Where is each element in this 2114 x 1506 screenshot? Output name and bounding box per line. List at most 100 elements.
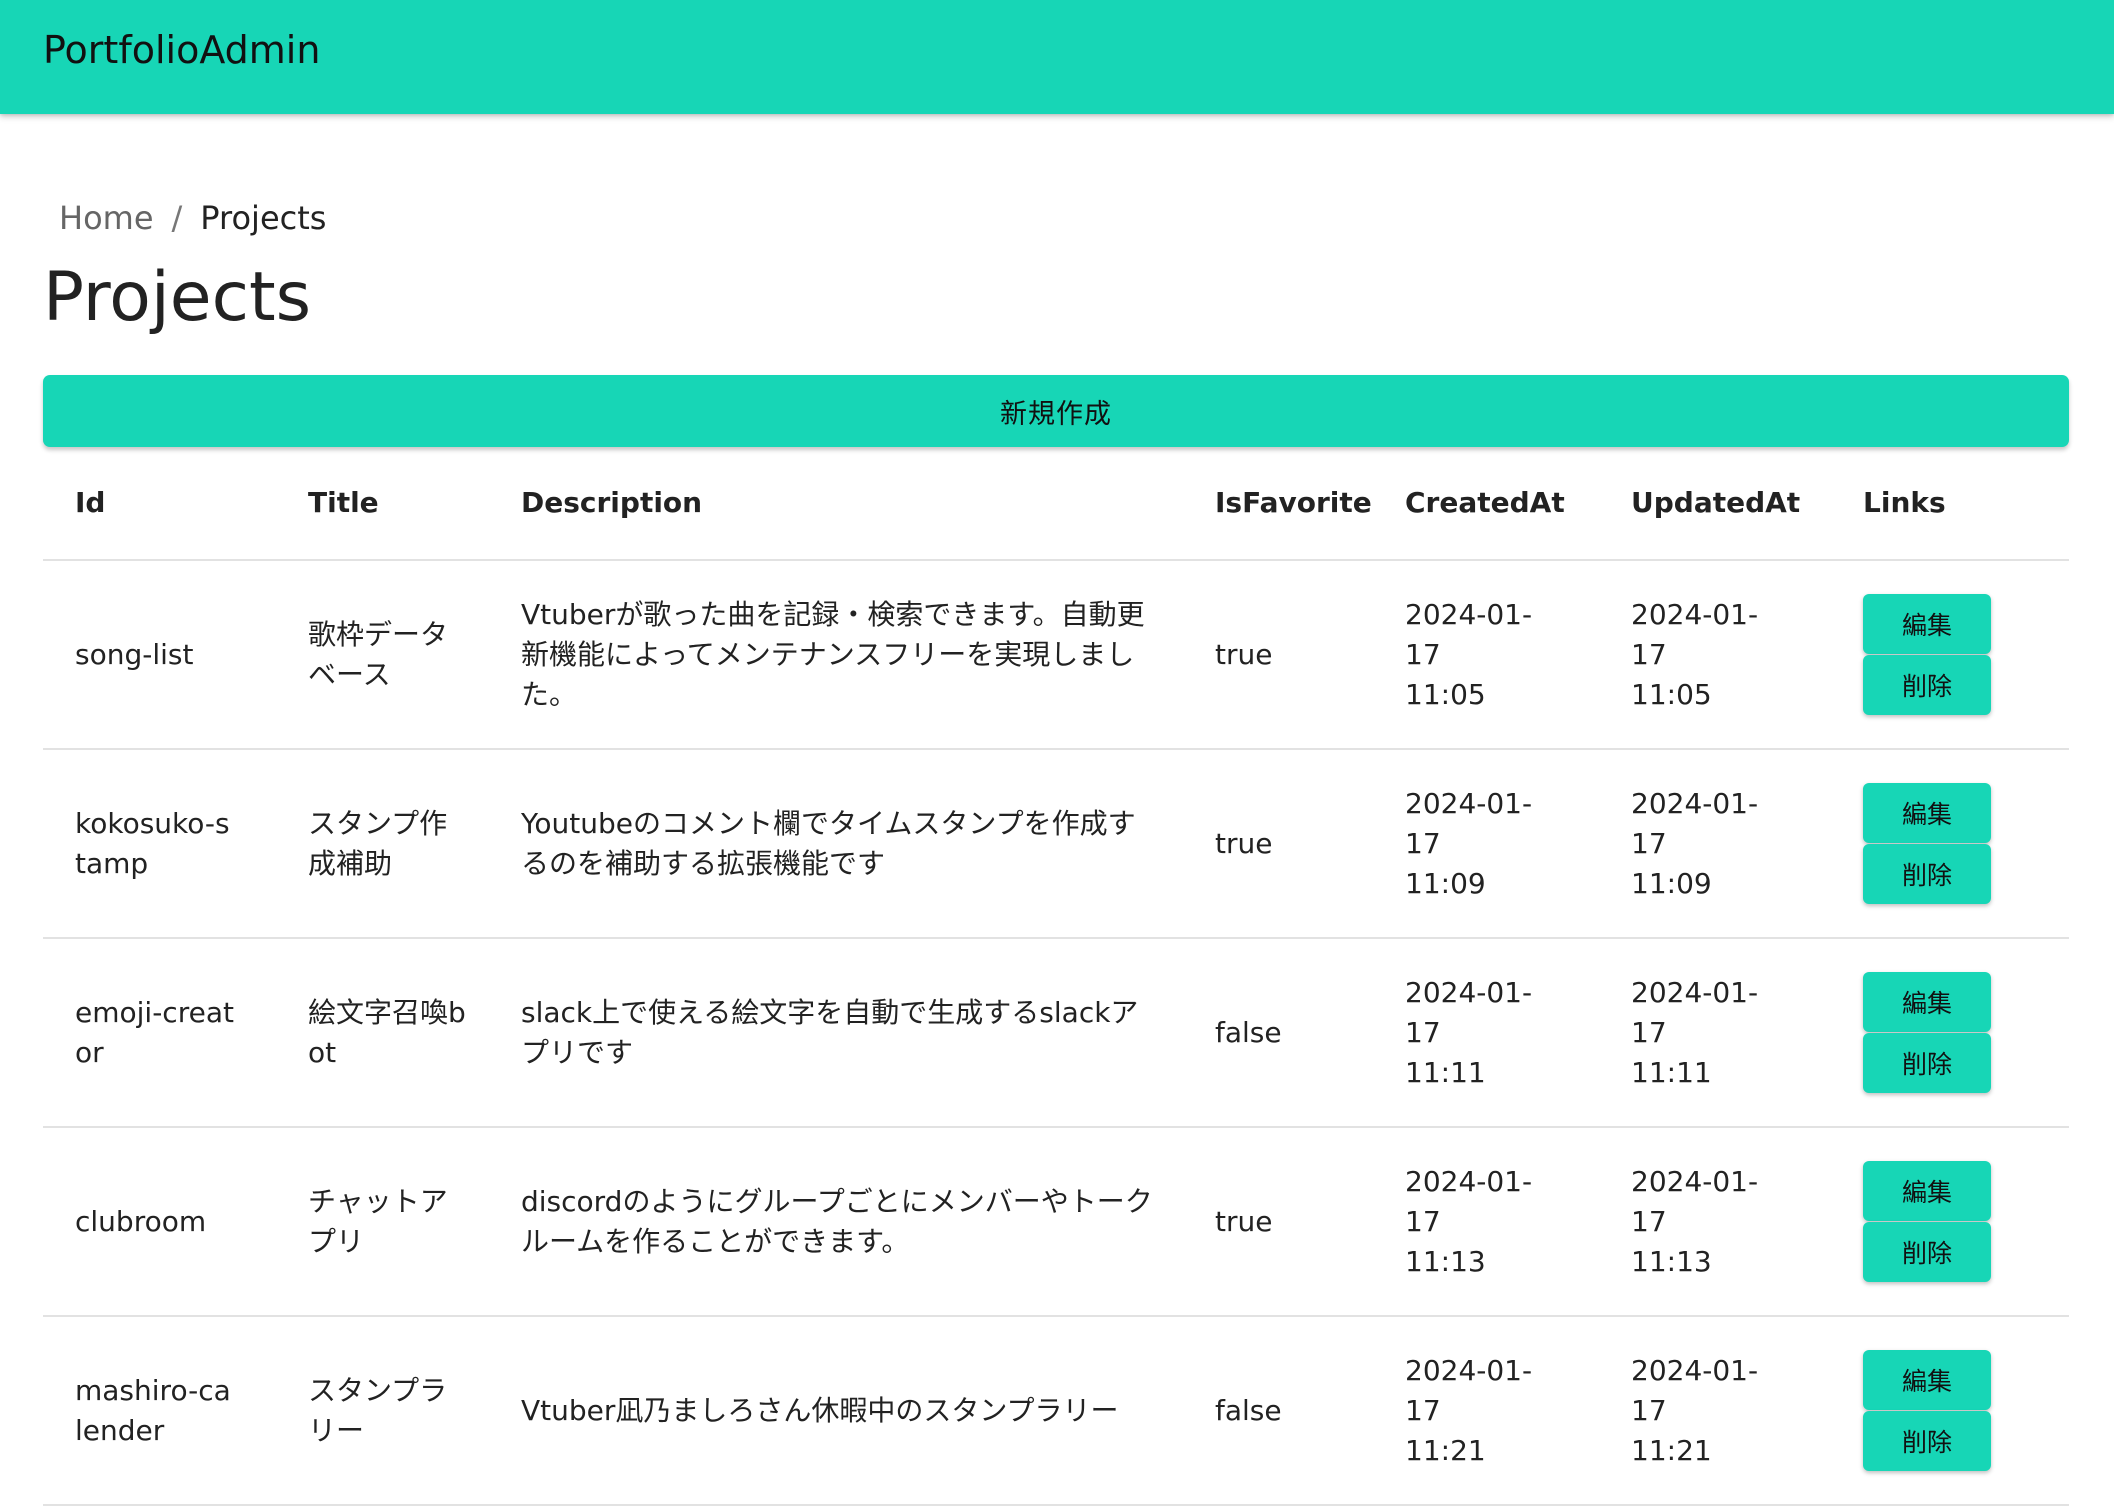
table-row: clubroom チャットアプリ discordのようにグループごとにメンバーや… [43, 1128, 2069, 1317]
cell-links: 編集 削除 [1863, 1128, 2003, 1315]
table-row: song-list 歌枠データベース Vtuberが歌った曲を記録・検索できます… [43, 561, 2069, 750]
header-title: Title [308, 486, 379, 519]
delete-button[interactable]: 削除 [1863, 1222, 1991, 1282]
created-time: 11:05 [1405, 677, 1486, 711]
project-title: チャットアプリ [308, 1184, 448, 1258]
edit-button[interactable]: 編集 [1863, 783, 1991, 843]
cell-id: song-list [75, 561, 275, 748]
cell-is-favorite: false [1215, 1317, 1365, 1504]
cell-id: kokosuko-stamp [75, 750, 275, 937]
edit-button[interactable]: 編集 [1863, 972, 1991, 1032]
created-date: 2024-01-17 [1405, 1353, 1533, 1427]
created-at-value: 2024-01-17 11:09 [1405, 784, 1555, 904]
project-is-favorite: false [1215, 1015, 1282, 1049]
cell-links: 編集 削除 [1863, 750, 2003, 937]
breadcrumb-separator: / [171, 199, 183, 237]
header-links: Links [1863, 486, 1946, 519]
page-title: Projects [43, 258, 312, 337]
cell-id: mashiro-calender [75, 1317, 275, 1504]
updated-at-value: 2024-01-17 11:13 [1631, 1162, 1781, 1282]
updated-time: 11:09 [1631, 866, 1712, 900]
cell-created-at: 2024-01-17 11:09 [1405, 750, 1575, 937]
table-row: emoji-creator 絵文字召喚bot slack上で使える絵文字を自動で… [43, 939, 2069, 1128]
updated-time: 11:05 [1631, 677, 1712, 711]
updated-date: 2024-01-17 [1631, 975, 1759, 1049]
project-title: スタンプ作成補助 [308, 806, 448, 880]
header-is-favorite: IsFavorite [1215, 486, 1372, 519]
updated-time: 11:11 [1631, 1055, 1712, 1089]
create-project-button[interactable]: 新規作成 [43, 375, 2069, 447]
delete-button[interactable]: 削除 [1863, 1411, 1991, 1471]
cell-created-at: 2024-01-17 11:13 [1405, 1128, 1575, 1315]
breadcrumb-home-link[interactable]: Home [59, 196, 154, 240]
created-at-value: 2024-01-17 11:21 [1405, 1351, 1555, 1471]
header-updated-at: UpdatedAt [1631, 486, 1801, 519]
cell-title: スタンプラリー [308, 1317, 473, 1504]
updated-time: 11:13 [1631, 1244, 1712, 1278]
cell-title: 歌枠データベース [308, 561, 473, 748]
cell-updated-at: 2024-01-17 11:09 [1631, 750, 1801, 937]
cell-description: Vtuberが歌った曲を記録・検索できます。自動更新機能によってメンテナンスフリ… [521, 561, 1161, 748]
cell-updated-at: 2024-01-17 11:11 [1631, 939, 1801, 1126]
breadcrumb-current: Projects [200, 199, 327, 237]
app-title: PortfolioAdmin [43, 28, 321, 72]
created-date: 2024-01-17 [1405, 975, 1533, 1049]
cell-updated-at: 2024-01-17 11:13 [1631, 1128, 1801, 1315]
project-is-favorite: true [1215, 637, 1273, 671]
delete-button[interactable]: 削除 [1863, 844, 1991, 904]
created-date: 2024-01-17 [1405, 597, 1533, 671]
updated-time: 11:21 [1631, 1433, 1712, 1467]
cell-updated-at: 2024-01-17 11:05 [1631, 561, 1801, 748]
delete-button[interactable]: 削除 [1863, 1033, 1991, 1093]
table-header: Id Title Description IsFavorite CreatedA… [43, 447, 2069, 561]
project-description: Youtubeのコメント欄でタイムスタンプを作成するのを補助する拡張機能です [521, 806, 1136, 880]
cell-created-at: 2024-01-17 11:21 [1405, 1317, 1575, 1504]
delete-button[interactable]: 削除 [1863, 655, 1991, 715]
project-description: Vtuber凪乃ましろさん休暇中のスタンプラリー [521, 1393, 1119, 1427]
created-at-value: 2024-01-17 11:05 [1405, 595, 1555, 715]
updated-date: 2024-01-17 [1631, 786, 1759, 860]
cell-created-at: 2024-01-17 11:05 [1405, 561, 1575, 748]
created-time: 11:11 [1405, 1055, 1486, 1089]
created-at-value: 2024-01-17 11:13 [1405, 1162, 1555, 1282]
cell-is-favorite: false [1215, 939, 1365, 1126]
project-description: discordのようにグループごとにメンバーやトークルームを作ることができます。 [521, 1184, 1153, 1258]
cell-title: 絵文字召喚bot [308, 939, 473, 1126]
project-title: 歌枠データベース [308, 617, 449, 691]
project-id: kokosuko-stamp [75, 806, 230, 880]
header-description: Description [521, 486, 703, 519]
cell-created-at: 2024-01-17 11:11 [1405, 939, 1575, 1126]
edit-button[interactable]: 編集 [1863, 1350, 1991, 1410]
project-id: emoji-creator [75, 995, 234, 1069]
created-time: 11:13 [1405, 1244, 1486, 1278]
cell-is-favorite: true [1215, 1128, 1365, 1315]
project-is-favorite: true [1215, 1204, 1273, 1238]
project-is-favorite: true [1215, 826, 1273, 860]
updated-at-value: 2024-01-17 11:05 [1631, 595, 1781, 715]
updated-at-value: 2024-01-17 11:21 [1631, 1351, 1781, 1471]
header-created-at: CreatedAt [1405, 486, 1565, 519]
updated-date: 2024-01-17 [1631, 1353, 1759, 1427]
cell-id: emoji-creator [75, 939, 275, 1126]
project-title: スタンプラリー [308, 1373, 448, 1447]
cell-description: slack上で使える絵文字を自動で生成するslackアプリです [521, 939, 1161, 1126]
created-time: 11:21 [1405, 1433, 1486, 1467]
updated-at-value: 2024-01-17 11:11 [1631, 973, 1781, 1093]
cell-title: チャットアプリ [308, 1128, 473, 1315]
cell-title: スタンプ作成補助 [308, 750, 473, 937]
cell-description: Youtubeのコメント欄でタイムスタンプを作成するのを補助する拡張機能です [521, 750, 1161, 937]
project-id: clubroom [75, 1204, 207, 1238]
project-description: slack上で使える絵文字を自動で生成するslackアプリです [521, 995, 1139, 1069]
table-row: kokosuko-stamp スタンプ作成補助 Youtubeのコメント欄でタイ… [43, 750, 2069, 939]
created-time: 11:09 [1405, 866, 1486, 900]
project-id: song-list [75, 637, 194, 671]
edit-button[interactable]: 編集 [1863, 1161, 1991, 1221]
created-date: 2024-01-17 [1405, 786, 1533, 860]
cell-links: 編集 削除 [1863, 939, 2003, 1126]
app-bar: PortfolioAdmin [0, 0, 2114, 114]
cell-id: clubroom [75, 1128, 275, 1315]
cell-is-favorite: true [1215, 561, 1365, 748]
project-id: mashiro-calender [75, 1373, 231, 1447]
updated-date: 2024-01-17 [1631, 1164, 1759, 1238]
edit-button[interactable]: 編集 [1863, 594, 1991, 654]
